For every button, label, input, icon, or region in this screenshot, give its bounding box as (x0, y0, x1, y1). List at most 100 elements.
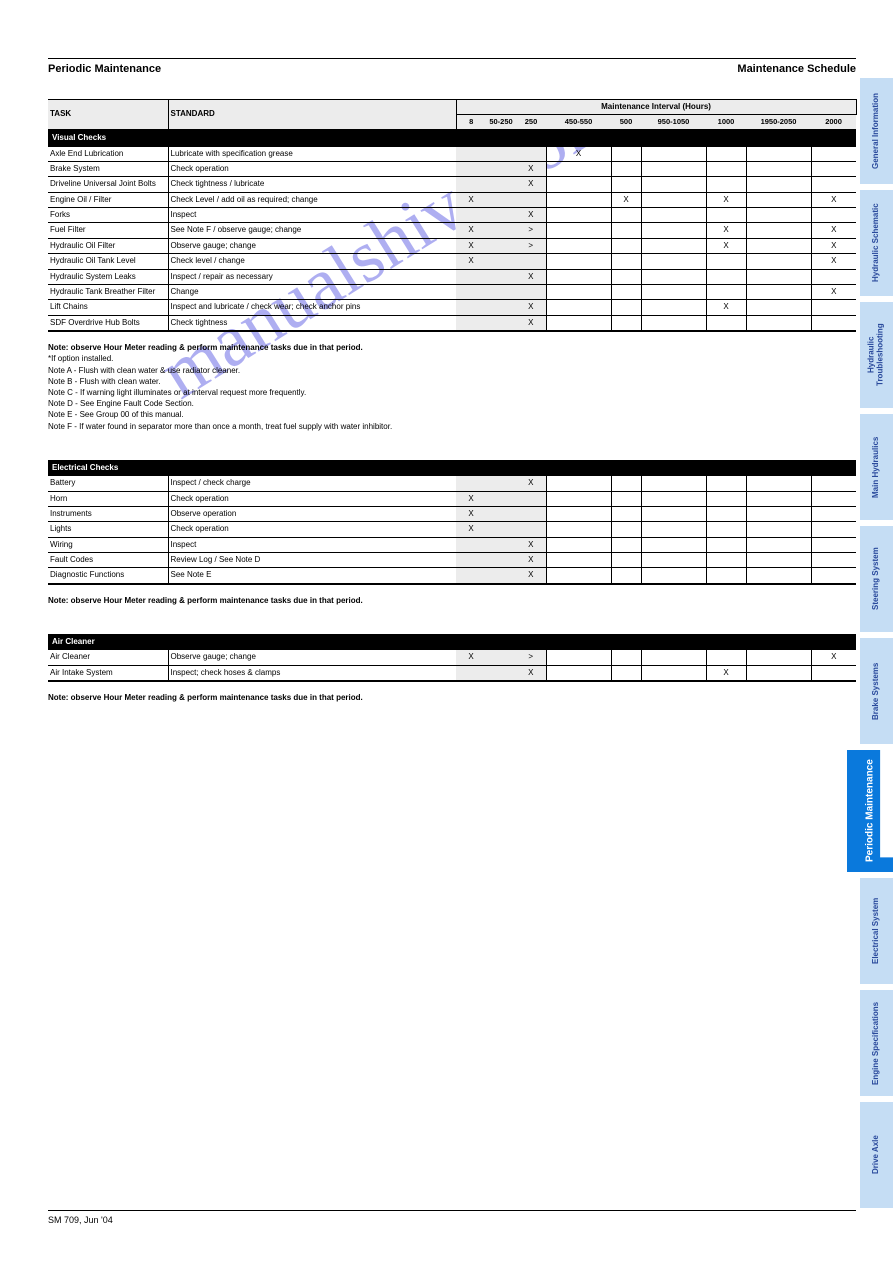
side-tab[interactable]: General Information (860, 78, 893, 184)
task-cell: Horn (48, 491, 168, 506)
standard-cell: Review Log / See Note D (168, 553, 456, 568)
interval-cell (746, 192, 811, 207)
table-row: HornCheck operationX (48, 491, 856, 506)
interval-cell (706, 285, 746, 300)
interval-cell: X (456, 522, 486, 537)
interval-cell (811, 476, 856, 491)
standard-cell: Observe operation (168, 506, 456, 521)
interval-cell (611, 476, 641, 491)
interval-cell (706, 506, 746, 521)
side-tab[interactable]: Steering System (860, 526, 893, 632)
task-cell: Forks (48, 208, 168, 223)
interval-cell: X (516, 300, 546, 315)
interval-cell: X (516, 315, 546, 331)
interval-cell (641, 476, 706, 491)
task-cell: Hydraulic Oil Filter (48, 238, 168, 253)
task-cell: Lift Chains (48, 300, 168, 315)
interval-cell (516, 522, 546, 537)
standard-cell: Check Level / add oil as required; chang… (168, 192, 456, 207)
interval-cell (641, 254, 706, 269)
interval-cell: X (811, 223, 856, 238)
interval-cell (611, 147, 641, 162)
interval-cell (611, 285, 641, 300)
interval-cell: X (516, 177, 546, 192)
interval-cell (611, 223, 641, 238)
interval-cell (706, 537, 746, 552)
interval-cell: X (456, 223, 486, 238)
col-interval: Maintenance Interval (Hours) (456, 100, 856, 115)
task-cell: Axle End Lubrication (48, 147, 168, 162)
table-row: SDF Overdrive Hub BoltsCheck tightnessX (48, 315, 856, 331)
interval-cell (546, 285, 611, 300)
table-row: LightsCheck operationX (48, 522, 856, 537)
interval-cell (546, 553, 611, 568)
interval-cell (486, 254, 516, 269)
interval-cell (641, 537, 706, 552)
interval-cell: > (516, 223, 546, 238)
standard-cell: Lubricate with specification grease (168, 147, 456, 162)
interval-cell (641, 161, 706, 176)
standard-cell: Inspect (168, 537, 456, 552)
interval-cell (456, 177, 486, 192)
section-electrical: Electrical Checks (48, 460, 856, 476)
interval-cell (546, 208, 611, 223)
interval-cell (811, 208, 856, 223)
col-task: TASK (48, 100, 168, 130)
interval-cell (746, 537, 811, 552)
interval-cell: X (811, 238, 856, 253)
interval-cell: X (456, 254, 486, 269)
section-aircleaner: Air Cleaner (48, 634, 856, 650)
task-cell: Instruments (48, 506, 168, 521)
side-tab[interactable]: Main Hydraulics (860, 414, 893, 520)
interval-cell (486, 476, 516, 491)
table-row: InstrumentsObserve operationX (48, 506, 856, 521)
interval-cell (546, 161, 611, 176)
notes-block-1: Note: observe Hour Meter reading & perfo… (48, 342, 856, 432)
standard-cell: See Note F / observe gauge; change (168, 223, 456, 238)
interval-cell (811, 269, 856, 284)
standard-cell: Observe gauge; change (168, 238, 456, 253)
table-row: Air Intake SystemInspect; check hoses & … (48, 665, 856, 681)
standard-cell: Check operation (168, 522, 456, 537)
interval-cell (706, 650, 746, 665)
interval-cell (486, 238, 516, 253)
interval-cell: X (706, 665, 746, 681)
side-tab[interactable]: Hydraulic Schematic (860, 190, 893, 296)
interval-cell (641, 650, 706, 665)
side-tab[interactable]: Drive Axle (860, 1102, 893, 1208)
interval-cell (746, 254, 811, 269)
interval-cell (706, 147, 746, 162)
table-2-body: BatteryInspect / check chargeXHornCheck … (48, 476, 856, 584)
side-tab[interactable]: Engine Specifications (860, 990, 893, 1096)
side-tab[interactable]: Electrical System (860, 878, 893, 984)
interval-cell: X (706, 238, 746, 253)
note-line: Note E - See Group 00 of this manual. (48, 409, 856, 420)
interval-cell (456, 537, 486, 552)
interval-cell (546, 238, 611, 253)
interval-cell (456, 553, 486, 568)
interval-cell (486, 177, 516, 192)
interval-cell (746, 476, 811, 491)
interval-cell: X (811, 650, 856, 665)
notes-block-3: Note: observe Hour Meter reading & perfo… (48, 692, 856, 703)
interval-cell (746, 568, 811, 584)
interval-cell (641, 177, 706, 192)
interval-cell (706, 269, 746, 284)
interval-cell (546, 506, 611, 521)
interval-cell (641, 192, 706, 207)
interval-cell (546, 491, 611, 506)
table-row: Diagnostic FunctionsSee Note EX (48, 568, 856, 584)
side-tab[interactable]: Hydraulic Troubleshooting (860, 302, 893, 408)
interval-cell (486, 147, 516, 162)
interval-cell (486, 315, 516, 331)
interval-cell (746, 285, 811, 300)
interval-cell (486, 269, 516, 284)
interval-cell (811, 315, 856, 331)
side-tab[interactable]: Periodic Maintenance (847, 750, 893, 872)
interval-cell (486, 285, 516, 300)
note-line: Note B - Flush with clean water. (48, 376, 856, 387)
interval-cell (611, 553, 641, 568)
side-tab[interactable]: Brake Systems (860, 638, 893, 744)
interval-cell (611, 537, 641, 552)
interval-cell (546, 177, 611, 192)
